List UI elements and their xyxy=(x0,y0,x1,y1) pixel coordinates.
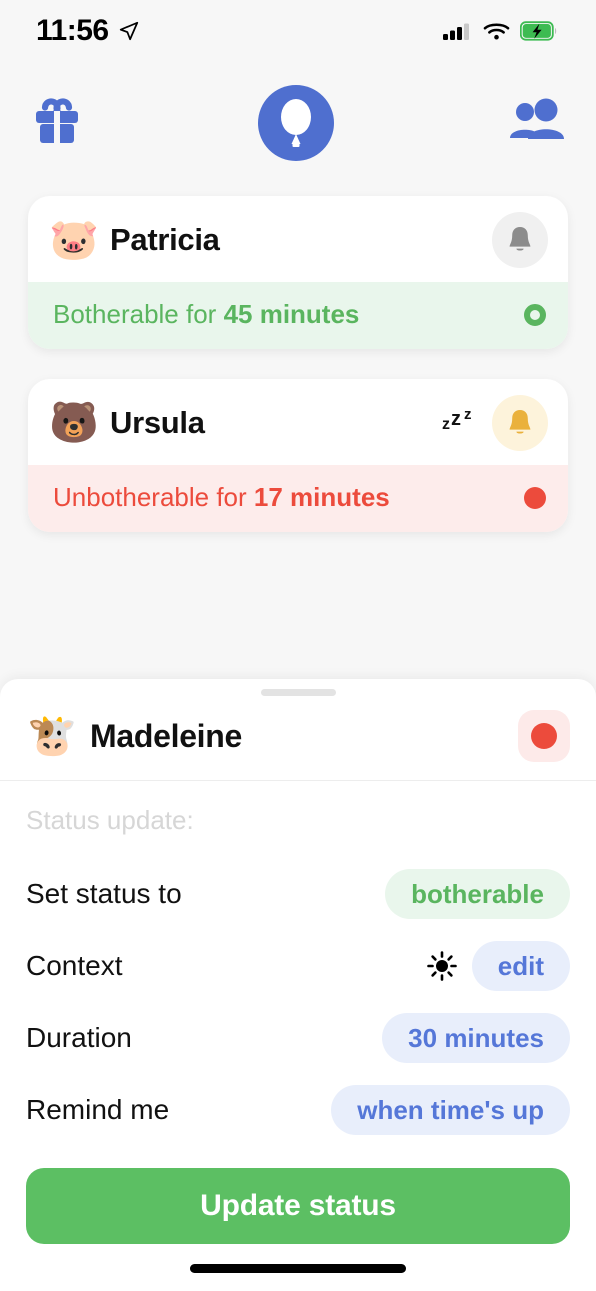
row-control: when time's up xyxy=(331,1085,570,1135)
home-indicator-bar xyxy=(190,1264,406,1273)
row-remind-me: Remind me when time's up xyxy=(26,1074,570,1146)
sheet-header: 🐮 Madeleine xyxy=(0,696,596,781)
botherable-ring-indicator-icon xyxy=(524,303,546,326)
friend-card[interactable]: 🐻 Ursula zzz Unbotherable for 17 minutes xyxy=(28,379,568,532)
row-label: Set status to xyxy=(26,878,182,909)
red-dot-status-icon xyxy=(531,723,557,749)
status-bar-right xyxy=(443,21,558,41)
row-control: edit xyxy=(426,941,570,991)
section-label: Status update: xyxy=(26,805,194,835)
status-prefix: Unbotherable for xyxy=(53,482,254,512)
location-arrow-icon xyxy=(119,21,138,41)
duration-value-pill[interactable]: 30 minutes xyxy=(382,1013,570,1063)
balloon-logo-icon xyxy=(281,99,311,147)
row-label: Remind me xyxy=(26,1094,170,1125)
zzz-sleep-icon: zzz xyxy=(442,406,472,433)
status-bar-time: 11:56 xyxy=(36,14,109,47)
friend-status-text: Unbotherable for 17 minutes xyxy=(53,482,390,513)
gift-button[interactable] xyxy=(30,95,84,152)
sun-icon xyxy=(426,951,457,981)
status-duration: 45 minutes xyxy=(223,299,360,329)
notification-bell-button[interactable] xyxy=(492,395,548,451)
top-navigation-bar xyxy=(0,62,596,184)
unbotherable-dot-indicator-icon xyxy=(524,486,546,509)
row-context: Context edit xyxy=(26,930,570,1002)
app-logo-button[interactable] xyxy=(258,85,334,161)
bell-icon xyxy=(509,227,531,251)
status-bar-left: 11:56 xyxy=(36,16,140,46)
bell-icon xyxy=(509,410,531,434)
battery-charging-icon xyxy=(520,21,557,41)
friend-card-header: 🐻 Ursula zzz xyxy=(28,379,568,465)
friend-name: Ursula xyxy=(110,405,205,440)
status-bar: 11:56 xyxy=(0,0,596,62)
friend-name: Patricia xyxy=(110,222,220,257)
cellular-signal-icon xyxy=(443,23,469,40)
current-status-badge[interactable] xyxy=(518,710,570,762)
wifi-icon xyxy=(483,23,510,40)
row-set-status-to: Set status to botherable xyxy=(26,858,570,930)
friend-status-bar: Botherable for 45 minutes xyxy=(28,282,568,349)
sheet-body: Status update: Set status to botherable … xyxy=(0,781,596,1244)
row-duration: Duration 30 minutes xyxy=(26,1002,570,1074)
pig-face-emoji: 🐷 xyxy=(49,218,99,262)
people-icon xyxy=(510,98,564,139)
friend-card[interactable]: 🐷 Patricia Botherable for 45 minutes xyxy=(28,196,568,349)
friend-status-bar: Unbotherable for 17 minutes xyxy=(28,465,568,532)
cow-face-emoji: 🐮 xyxy=(27,714,77,758)
status-update-sheet: 🐮 Madeleine Status update: Set status to… xyxy=(0,679,596,1291)
friends-button[interactable] xyxy=(508,98,566,149)
update-status-button[interactable]: Update status xyxy=(26,1168,570,1244)
status-prefix: Botherable for xyxy=(53,299,224,329)
row-label: Duration xyxy=(26,1022,132,1053)
row-control: 30 minutes xyxy=(382,1013,570,1063)
status-value-pill[interactable]: botherable xyxy=(385,869,570,919)
reminder-value-pill[interactable]: when time's up xyxy=(331,1085,570,1135)
app-screen: 11:56 🐷 Patricia Botherable for 45 minut… xyxy=(0,0,596,1291)
row-control: botherable xyxy=(385,869,570,919)
gift-icon xyxy=(36,97,78,143)
status-duration: 17 minutes xyxy=(253,482,390,512)
row-label: Context xyxy=(26,950,123,981)
notification-bell-button[interactable] xyxy=(492,212,548,268)
friend-card-header: 🐷 Patricia xyxy=(28,196,568,282)
current-user-name: Madeleine xyxy=(90,717,243,754)
bear-face-emoji: 🐻 xyxy=(49,401,99,445)
friend-status-text: Botherable for 45 minutes xyxy=(53,299,359,330)
friend-card-list: 🐷 Patricia Botherable for 45 minutes 🐻 U… xyxy=(0,196,596,562)
context-edit-pill[interactable]: edit xyxy=(471,941,570,991)
drag-handle[interactable] xyxy=(260,689,336,696)
